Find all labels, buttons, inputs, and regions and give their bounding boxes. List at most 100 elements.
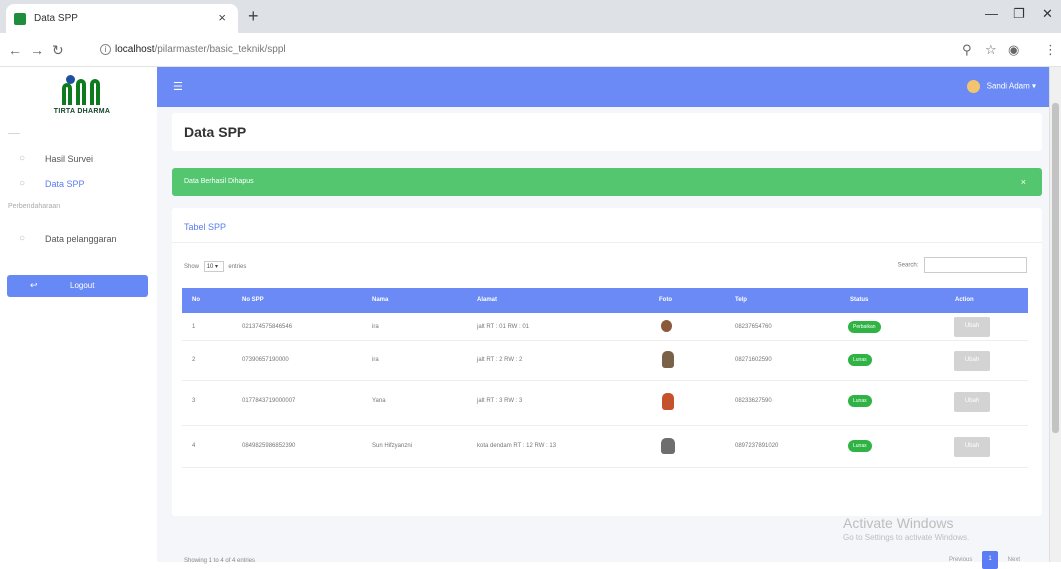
logo-mark	[60, 75, 104, 105]
close-tab-icon[interactable]: ×	[218, 10, 226, 25]
page-scrollbar[interactable]	[1049, 67, 1061, 562]
cell-telp: 0897237891020	[735, 443, 779, 449]
table-row: 3 0177843719000007 Yana jalt RT : 3 RW :…	[182, 381, 1028, 426]
cell-alamat: jalt RT : 3 RW : 3	[477, 398, 523, 404]
sidebar: TIRTA DHARMA ___ ○ Hasil Survei ○ Data S…	[0, 67, 157, 562]
sidebar-item-hasil-survei[interactable]: ○ Hasil Survei	[0, 148, 157, 170]
column-header-status[interactable]: Status	[850, 297, 868, 303]
column-header-action[interactable]: Action	[955, 297, 974, 303]
back-icon[interactable]: ←	[8, 42, 22, 58]
status-badge: Lunas	[848, 440, 872, 452]
column-header-telp[interactable]: Telp	[735, 297, 747, 303]
search-input[interactable]	[924, 257, 1027, 273]
top-navbar: ☰ Sandi Adam ▾	[157, 67, 1061, 107]
cell-nama: ira	[372, 324, 379, 330]
browser-tab[interactable]: Data SPP ×	[6, 4, 238, 33]
column-header-nama[interactable]: Nama	[372, 297, 388, 303]
pagination-page-1[interactable]: 1	[981, 551, 998, 569]
cell-alamat: kota dendam RT : 12 RW : 13	[477, 443, 557, 449]
new-tab-icon[interactable]: +	[248, 6, 259, 27]
address-bar: ← → ↻ i localhost/pilarmaster/basic_tekni…	[0, 33, 1061, 67]
zoom-icon[interactable]: ⚲	[962, 42, 972, 58]
length-prefix: Show	[184, 264, 200, 271]
site-info-icon[interactable]: i	[100, 44, 111, 55]
edit-button[interactable]: Ubah	[954, 351, 990, 371]
hamburger-menu-icon[interactable]: ☰	[173, 80, 183, 93]
profile-icon[interactable]: ◉	[1008, 42, 1019, 58]
url-path: /pilarmaster/basic_teknik/sppl	[154, 44, 286, 55]
edit-button[interactable]: Ubah	[954, 437, 990, 457]
edit-button[interactable]: Ubah	[954, 392, 990, 412]
status-badge: Perbaikan	[848, 321, 881, 333]
close-window-icon[interactable]: ✕	[1042, 6, 1053, 22]
watermark-line-1: Activate Windows	[843, 515, 954, 531]
user-name: Sandi Adam	[986, 81, 1030, 91]
windows-activation-watermark: Activate Windows Go to Settings to activ…	[843, 515, 969, 542]
url-host: localhost	[115, 44, 155, 55]
photo-thumbnail	[661, 320, 672, 332]
user-menu[interactable]: Sandi Adam ▾	[967, 80, 1036, 93]
cell-nama: Yana	[372, 398, 386, 404]
status-badge: Lunas	[848, 395, 872, 407]
page-title: Data SPP	[184, 124, 247, 140]
minimize-icon[interactable]: —	[985, 6, 998, 21]
table-row: 2 07390657190000 ira jalt RT : 2 RW : 2 …	[182, 341, 1028, 381]
cell-nama: Sun Hifzyanzni	[372, 443, 413, 449]
cell-no: 1	[192, 324, 196, 330]
entries-select-value: 10	[206, 264, 214, 270]
table-row: 4 0849825986852390 Sun Hifzyanzni kota d…	[182, 426, 1028, 468]
pagination-previous[interactable]: Previous	[949, 557, 972, 563]
cell-alamat: jalt RT : 01 RW : 01	[477, 324, 530, 330]
table-row: 1 021374575846546 ira jalt RT : 01 RW : …	[182, 313, 1028, 341]
sidebar-heading-master: Perbendaharaan	[8, 203, 61, 210]
logout-icon: ↩	[30, 280, 38, 290]
scrollbar-thumb[interactable]	[1052, 103, 1059, 433]
avatar	[967, 80, 981, 93]
cell-telp: 08233627590	[735, 398, 772, 404]
cell-no-spp: 07390657190000	[242, 357, 289, 363]
success-alert: Data Berhasil Dihapus ×	[172, 168, 1042, 196]
table-search: Search:	[898, 257, 1027, 273]
sidebar-item-label: Hasil Survei	[45, 154, 94, 164]
browser-tabbar: Data SPP × + — ❐ ✕	[0, 0, 1061, 33]
sidebar-item-data-pelanggaran[interactable]: ○ Data pelanggaran	[0, 228, 157, 250]
photo-thumbnail	[662, 351, 674, 368]
entries-length-control: Show 10 ▾ entries	[184, 261, 246, 272]
entries-select[interactable]: 10 ▾	[203, 261, 224, 272]
column-header-alamat[interactable]: Alamat	[477, 297, 497, 303]
edit-button[interactable]: Ubah	[954, 317, 990, 337]
card-title: Tabel SPP	[184, 222, 227, 232]
logout-button[interactable]: ↩ Logout	[7, 275, 148, 297]
bookmark-star-icon[interactable]: ☆	[985, 42, 997, 58]
page-favicon-icon	[14, 13, 26, 25]
page: TIRTA DHARMA ___ ○ Hasil Survei ○ Data S…	[0, 67, 1061, 569]
status-badge: Lunas	[848, 354, 872, 366]
circle-icon: ○	[19, 178, 26, 189]
maximize-icon[interactable]: ❐	[1013, 6, 1025, 22]
forward-icon[interactable]: →	[30, 42, 44, 58]
logo[interactable]: TIRTA DHARMA	[50, 75, 114, 123]
photo-thumbnail	[661, 438, 675, 454]
column-header-no[interactable]: No	[192, 297, 200, 303]
cell-nama: ira	[372, 357, 379, 363]
cell-telp: 08237654760	[735, 324, 772, 330]
cell-no-spp: 021374575846546	[242, 324, 293, 330]
sidebar-item-data-spp[interactable]: ○ Data SPP	[0, 173, 157, 195]
cell-no: 3	[192, 398, 196, 404]
circle-icon: ○	[19, 233, 26, 244]
chevron-down-icon: ▾	[1031, 81, 1036, 91]
sidebar-item-label: Data pelanggaran	[45, 234, 117, 244]
column-header-no-spp[interactable]: No SPP	[242, 297, 264, 303]
cell-telp: 08271602590	[735, 357, 772, 363]
reload-icon[interactable]: ↻	[52, 42, 64, 59]
cell-no: 4	[192, 443, 196, 449]
cell-alamat: jalt RT : 2 RW : 2	[477, 357, 523, 363]
column-header-foto[interactable]: Foto	[659, 297, 672, 303]
url-field[interactable]: i localhost/pilarmaster/basic_teknik/sppl	[100, 40, 945, 60]
menu-kebab-icon[interactable]: ⋮	[1044, 42, 1057, 58]
pagination-next[interactable]: Next	[1008, 557, 1020, 563]
sidebar-item-label: Data SPP	[45, 179, 85, 189]
alert-close-icon[interactable]: ×	[1021, 177, 1026, 187]
cell-no: 2	[192, 357, 196, 363]
length-suffix: entries	[228, 264, 247, 271]
